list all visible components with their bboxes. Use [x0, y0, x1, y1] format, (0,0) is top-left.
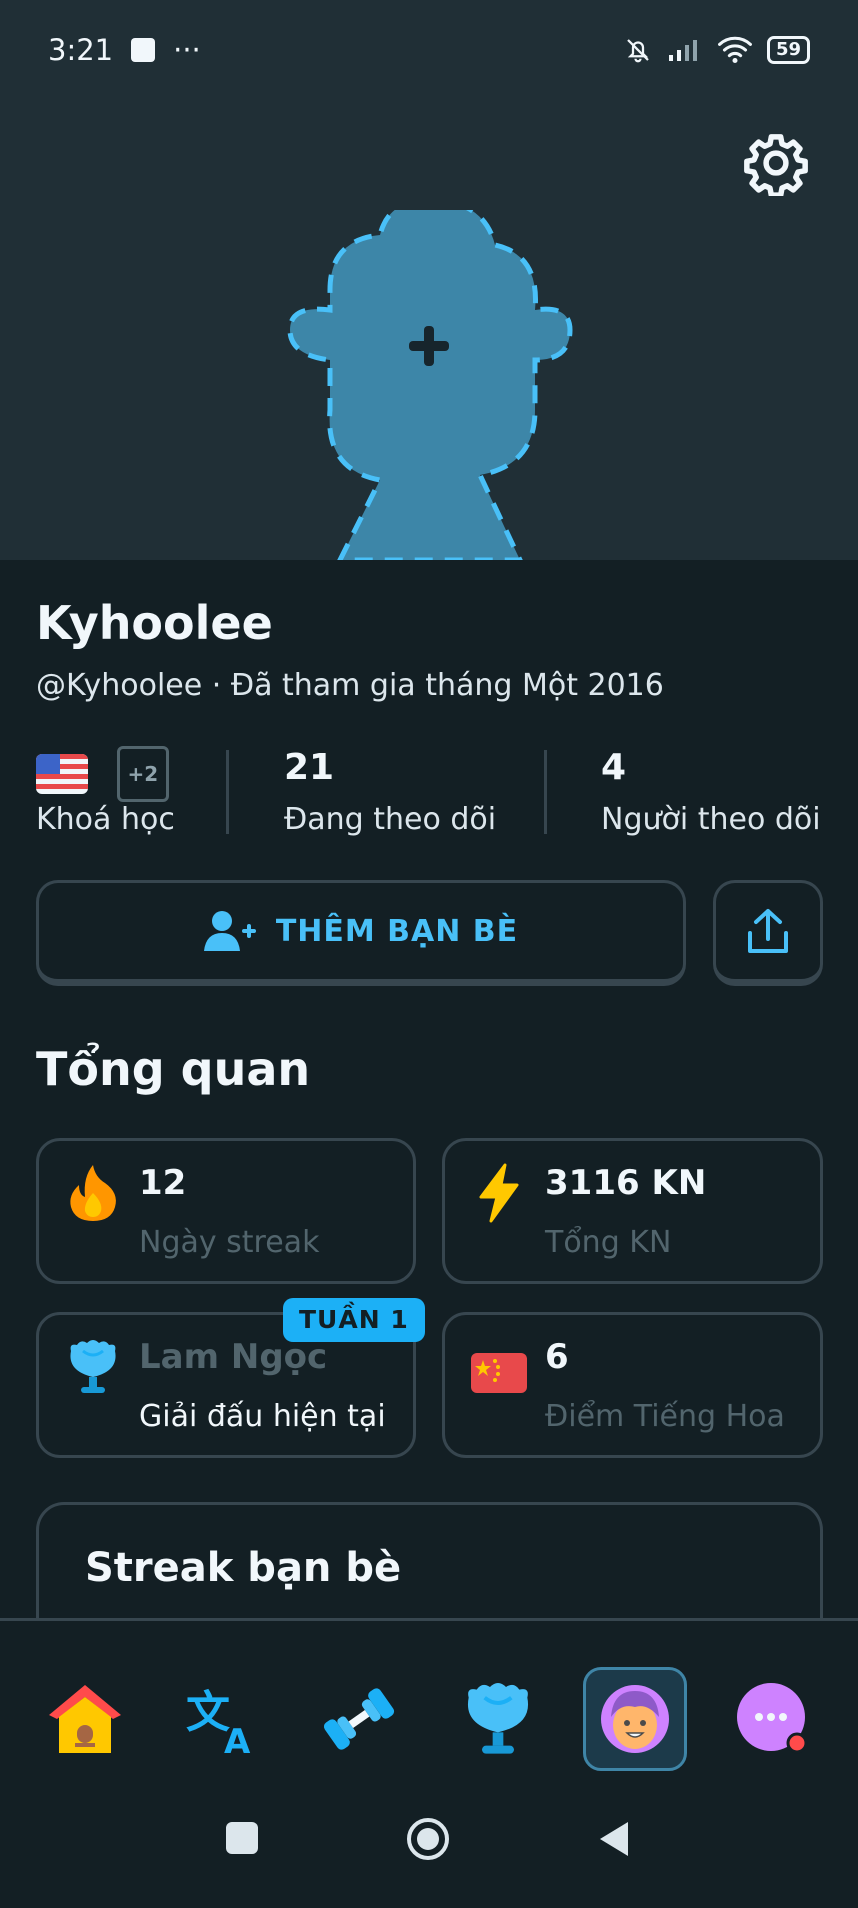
sapphire-trophy-icon	[70, 1340, 116, 1393]
stat-courses[interactable]: +2 Khoá học	[36, 746, 175, 837]
add-avatar-icon[interactable]	[270, 210, 590, 560]
following-count: 21	[284, 747, 335, 788]
xp-label: Tổng KN	[545, 1225, 672, 1260]
wifi-icon	[717, 36, 752, 64]
friend-streak-title: Streak bạn bè	[85, 1545, 402, 1591]
add-friends-label: THÊM BẠN BÈ	[275, 913, 519, 949]
dumbbell-icon	[323, 1688, 395, 1750]
signal-icon	[668, 40, 697, 61]
nav-profile[interactable]	[583, 1667, 687, 1771]
settings-gear-icon[interactable]	[743, 130, 809, 196]
recent-apps-icon[interactable]	[224, 1820, 260, 1856]
status-bar: 3:21 ··· 59	[0, 0, 858, 100]
stat-following[interactable]: 21 Đang theo dõi	[284, 746, 496, 837]
streak-value: 12	[139, 1163, 187, 1203]
lightning-icon	[479, 1163, 519, 1223]
overview-title: Tổng quan	[36, 1042, 311, 1096]
nav-leaderboards[interactable]	[446, 1667, 550, 1771]
home-button-icon[interactable]	[405, 1816, 451, 1862]
more-notifications-icon: ···	[173, 33, 201, 67]
status-time: 3:21	[48, 33, 114, 67]
nav-practice[interactable]	[307, 1667, 411, 1771]
add-friends-button[interactable]: THÊM BẠN BÈ	[36, 880, 686, 986]
streak-label: Ngày streak	[139, 1225, 320, 1260]
chinese-score-value: 6	[545, 1337, 569, 1377]
profile-icon	[601, 1685, 669, 1753]
league-value: Lam Ngọc	[139, 1337, 328, 1377]
profile-name: Kyhoolee	[36, 596, 273, 650]
xp-value: 3116 KN	[545, 1163, 707, 1203]
followers-label: Người theo dõi	[601, 802, 821, 837]
system-navigation	[0, 1780, 858, 1908]
bottom-navigation: 文 A	[0, 1618, 858, 1783]
nav-letters[interactable]: 文 A	[170, 1667, 274, 1771]
streak-card[interactable]: 12 Ngày streak	[36, 1138, 416, 1284]
more-icon	[737, 1683, 808, 1754]
svg-text:A: A	[224, 1722, 251, 1757]
share-profile-button[interactable]	[713, 880, 823, 986]
profile-handle-joined: @Kyhoolee · Đã tham gia tháng Một 2016	[36, 668, 664, 703]
chinese-score-label: Điểm Tiếng Hoa	[545, 1399, 785, 1434]
share-icon	[748, 909, 788, 953]
us-flag-icon	[36, 754, 88, 794]
profile-stats: +2 Khoá học 21 Đang theo dõi 4 Người the…	[36, 746, 826, 846]
china-flag-icon	[471, 1353, 527, 1393]
add-user-icon	[203, 911, 256, 951]
stat-divider	[226, 750, 229, 834]
followers-count: 4	[601, 747, 627, 788]
extra-courses-badge: +2	[116, 746, 170, 802]
following-label: Đang theo dõi	[284, 802, 497, 837]
home-icon	[49, 1685, 121, 1753]
league-label: Giải đấu hiện tại	[139, 1399, 386, 1434]
battery-icon: 59	[766, 36, 810, 64]
nav-home[interactable]	[33, 1667, 137, 1771]
chinese-score-card[interactable]: 6 Điểm Tiếng Hoa	[442, 1312, 823, 1458]
xp-card[interactable]: 3116 KN Tổng KN	[442, 1138, 823, 1284]
nav-more[interactable]	[721, 1667, 825, 1771]
notification-square-icon	[131, 38, 156, 62]
stat-followers[interactable]: 4 Người theo dõi	[601, 746, 821, 837]
fire-icon	[70, 1165, 116, 1221]
week-badge: TUẦN 1	[283, 1298, 425, 1342]
back-icon[interactable]	[598, 1820, 630, 1858]
league-icon	[467, 1683, 529, 1754]
bell-muted-icon	[627, 39, 649, 63]
stat-courses-label: Khoá học	[36, 802, 175, 837]
translate-icon: 文 A	[186, 1687, 251, 1757]
stat-divider	[544, 750, 547, 834]
